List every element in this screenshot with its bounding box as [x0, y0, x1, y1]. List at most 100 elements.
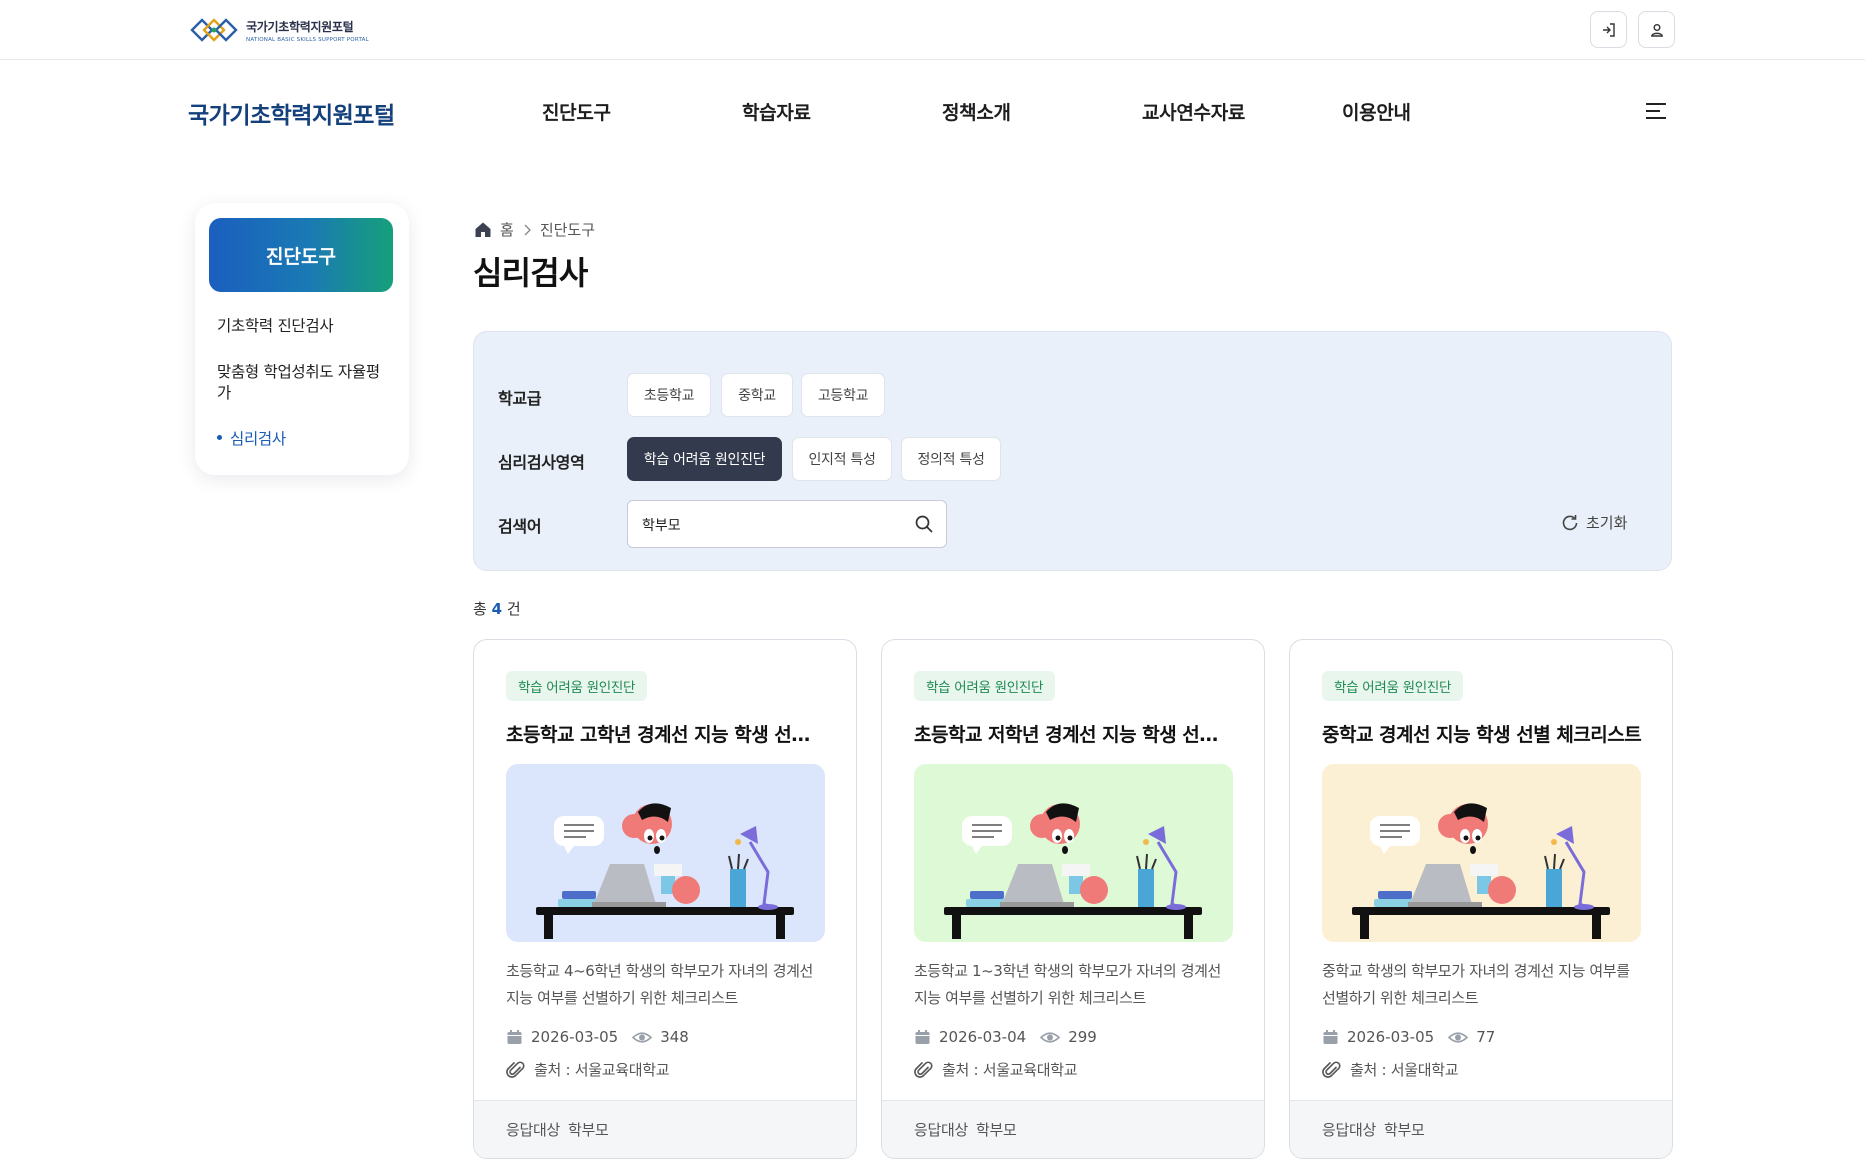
- card-meta: 2026-03-05 77: [1322, 1028, 1495, 1046]
- school-chip-high[interactable]: 고등학교: [801, 373, 885, 417]
- paperclip-icon: [1322, 1060, 1341, 1078]
- card-source: 출처 : 서울교육대학교: [914, 1059, 1078, 1080]
- login-button[interactable]: [1590, 11, 1627, 48]
- card-views: 348: [660, 1028, 689, 1046]
- card-footer: 응답대상 학부모: [882, 1100, 1264, 1158]
- area-chip-learning-difficulty[interactable]: 학습 어려움 원인진단: [627, 437, 782, 481]
- breadcrumb-home[interactable]: 홈: [500, 219, 514, 240]
- search-box: [627, 500, 947, 549]
- category-badge: 학습 어려움 원인진단: [506, 671, 648, 701]
- test-card[interactable]: 학습 어려움 원인진단 초등학교 저학년 경계선 지능 학생 선별 체크리스트: [881, 639, 1265, 1159]
- sidebar: 진단도구 기초학력 진단검사 맞춤형 학업성취도 자율평가 심리검사: [195, 203, 409, 475]
- paperclip-icon: [506, 1060, 525, 1078]
- nav-teacher-training[interactable]: 교사연수자료: [1142, 98, 1245, 125]
- user-button[interactable]: [1638, 11, 1675, 48]
- total-count: 총 4 건: [473, 598, 521, 619]
- student-studying-illustration: [914, 764, 1233, 942]
- calendar-icon: [915, 1029, 930, 1044]
- category-badge: 학습 어려움 원인진단: [914, 671, 1056, 701]
- top-utility-bar: 국가기초학력지원포털 NATIONAL BASIC SKILLS SUPPORT…: [0, 0, 1865, 60]
- respondent-label: 응답대상: [506, 1121, 561, 1139]
- test-area-label: 심리검사영역: [498, 453, 585, 472]
- chevron-right-icon: [524, 224, 531, 235]
- page-title: 심리검사: [473, 254, 588, 292]
- respondent-value: 학부모: [976, 1121, 1017, 1139]
- portal-logo[interactable]: 국가기초학력지원포털 NATIONAL BASIC SKILLS SUPPORT…: [188, 12, 369, 48]
- logo-korean-text: 국가기초학력지원포털: [246, 19, 354, 34]
- card-date: 2026-03-05: [531, 1028, 619, 1046]
- breadcrumb: 홈 진단도구: [474, 219, 595, 240]
- logo-mark-icon: [190, 18, 238, 42]
- card-date: 2026-03-04: [939, 1028, 1027, 1046]
- total-suffix: 건: [506, 600, 521, 618]
- card-views: 77: [1476, 1028, 1496, 1046]
- respondent-label: 응답대상: [1322, 1121, 1377, 1139]
- category-badge: 학습 어려움 원인진단: [1322, 671, 1464, 701]
- card-title[interactable]: 초등학교 저학년 경계선 지능 학생 선별 체크리스트: [914, 720, 1234, 747]
- active-dot-icon: [217, 435, 222, 440]
- home-icon[interactable]: [474, 221, 492, 238]
- respondent-value: 학부모: [1384, 1121, 1425, 1139]
- card-footer: 응답대상 학부모: [1290, 1100, 1672, 1158]
- card-date: 2026-03-05: [1347, 1028, 1435, 1046]
- login-icon: [1602, 22, 1615, 37]
- nav-guide[interactable]: 이용안내: [1342, 98, 1411, 125]
- card-footer: 응답대상 학부모: [474, 1100, 856, 1158]
- reset-button[interactable]: 초기화: [1560, 512, 1627, 533]
- user-icon: [1650, 23, 1663, 37]
- refresh-icon: [1562, 514, 1578, 530]
- sidebar-item-label: 심리검사: [230, 430, 286, 448]
- card-thumbnail[interactable]: [1322, 764, 1641, 942]
- card-description: 중학교 학생의 학부모가 자녀의 경계선 지능 여부를 선별하기 위한 체크리스…: [1322, 962, 1630, 1007]
- student-studying-illustration: [1322, 764, 1641, 942]
- respondent-label: 응답대상: [914, 1121, 969, 1139]
- logo-english-text: NATIONAL BASIC SKILLS SUPPORT PORTAL: [246, 36, 369, 43]
- site-title[interactable]: 국가기초학력지원포털: [188, 96, 395, 130]
- keyword-label: 검색어: [498, 517, 542, 536]
- card-meta: 2026-03-05 348: [506, 1028, 689, 1046]
- school-chip-elementary[interactable]: 초등학교: [627, 373, 711, 417]
- area-chip-cognitive[interactable]: 인지적 특성: [792, 437, 892, 481]
- reset-label: 초기화: [1586, 514, 1628, 532]
- total-number: 4: [491, 600, 503, 618]
- school-chip-middle[interactable]: 중학교: [721, 373, 793, 417]
- test-card[interactable]: 학습 어려움 원인진단 초등학교 고학년 경계선 지능 학생 선별 체크리스트: [473, 639, 857, 1159]
- card-title[interactable]: 초등학교 고학년 경계선 지능 학생 선별 체크리스트: [506, 720, 826, 747]
- card-views: 299: [1068, 1028, 1097, 1046]
- paperclip-icon: [914, 1060, 933, 1078]
- eye-icon: [1040, 1031, 1061, 1043]
- search-icon[interactable]: [914, 514, 934, 534]
- search-input[interactable]: [640, 501, 904, 549]
- card-description: 초등학교 1~3학년 학생의 학부모가 자녀의 경계선 지능 여부를 선별하기 …: [914, 962, 1221, 1007]
- hamburger-menu-icon[interactable]: [1643, 100, 1669, 122]
- eye-icon: [632, 1031, 653, 1043]
- card-thumbnail[interactable]: [914, 764, 1233, 942]
- respondent-value: 학부모: [568, 1121, 609, 1139]
- calendar-icon: [1323, 1029, 1338, 1044]
- nav-diagnostic-tools[interactable]: 진단도구: [542, 98, 611, 125]
- card-source-text: 출처 : 서울대학교: [1350, 1061, 1459, 1079]
- calendar-icon: [507, 1029, 522, 1044]
- filter-panel: 학교급 초등학교 중학교 고등학교 심리검사영역 학습 어려움 원인진단 인지적…: [473, 331, 1672, 571]
- card-source: 출처 : 서울교육대학교: [506, 1059, 670, 1080]
- test-card[interactable]: 학습 어려움 원인진단 중학교 경계선 지능 학생 선별 체크리스트 중학교 학…: [1289, 639, 1673, 1159]
- sidebar-item-basic-diagnostic[interactable]: 기초학력 진단검사: [217, 316, 387, 337]
- school-level-label: 학교급: [498, 389, 542, 408]
- area-chip-affective[interactable]: 정의적 특성: [901, 437, 1001, 481]
- nav-policy[interactable]: 정책소개: [942, 98, 1011, 125]
- card-source: 출처 : 서울대학교: [1322, 1059, 1459, 1080]
- total-prefix: 총: [473, 600, 487, 618]
- card-description: 초등학교 4~6학년 학생의 학부모가 자녀의 경계선 지능 여부를 선별하기 …: [506, 962, 813, 1007]
- breadcrumb-current[interactable]: 진단도구: [540, 219, 595, 240]
- card-thumbnail[interactable]: [506, 764, 825, 942]
- sidebar-heading[interactable]: 진단도구: [209, 218, 393, 292]
- sidebar-item-achievement-assessment[interactable]: 맞춤형 학업성취도 자율평가: [217, 362, 387, 404]
- sidebar-item-psychological-test[interactable]: 심리검사: [217, 429, 387, 450]
- card-meta: 2026-03-04 299: [914, 1028, 1097, 1046]
- card-source-text: 출처 : 서울교육대학교: [942, 1061, 1078, 1079]
- card-source-text: 출처 : 서울교육대학교: [534, 1061, 670, 1079]
- student-studying-illustration: [506, 764, 825, 942]
- card-title[interactable]: 중학교 경계선 지능 학생 선별 체크리스트: [1322, 720, 1642, 747]
- nav-learning-materials[interactable]: 학습자료: [742, 98, 811, 125]
- eye-icon: [1448, 1031, 1469, 1043]
